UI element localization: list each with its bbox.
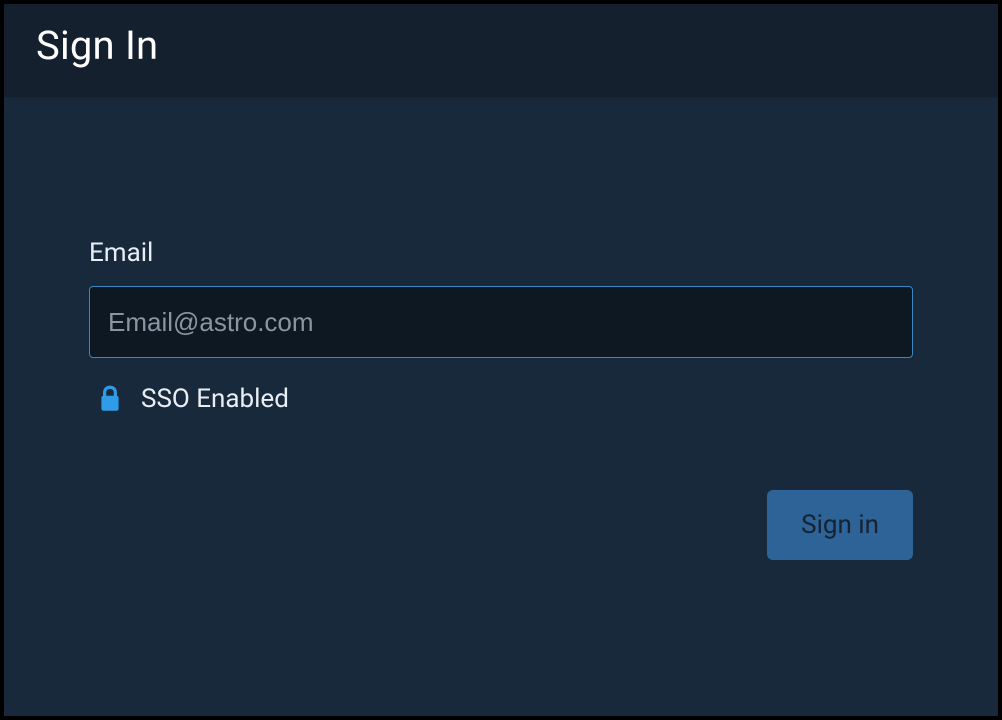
sso-status-text: SSO Enabled (141, 384, 289, 414)
email-label: Email (89, 238, 913, 268)
sign-in-form: Email SSO Enabled Sign in (4, 98, 998, 560)
lock-icon (97, 384, 123, 414)
sign-in-button[interactable]: Sign in (767, 490, 913, 560)
button-row: Sign in (89, 490, 913, 560)
header: Sign In (4, 4, 998, 98)
sign-in-screen: Sign In Email SSO Enabled Sign in (4, 4, 998, 716)
sso-status-row: SSO Enabled (89, 384, 913, 414)
email-field[interactable] (89, 286, 913, 358)
page-title: Sign In (36, 22, 966, 69)
